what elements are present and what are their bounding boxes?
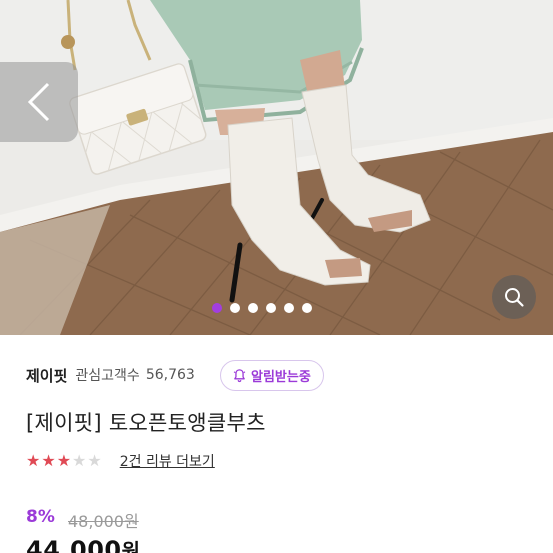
discount-rate: 8% bbox=[26, 507, 55, 527]
bell-icon bbox=[233, 369, 246, 383]
star-filled-icon: ★ bbox=[41, 451, 56, 470]
review-more-link[interactable]: 2건 리뷰 더보기 bbox=[120, 451, 215, 471]
product-photo bbox=[0, 0, 553, 335]
star-filled-icon: ★ bbox=[26, 451, 41, 470]
alarm-label: 알림받는중 bbox=[251, 370, 311, 385]
gallery-dot[interactable] bbox=[248, 303, 258, 313]
gallery-dot[interactable] bbox=[302, 303, 312, 313]
alarm-subscribe-button[interactable]: 알림받는중 bbox=[220, 360, 324, 391]
original-price: 48,000원 bbox=[68, 512, 139, 531]
gallery-pagination bbox=[212, 302, 312, 314]
followers-label: 관심고객수 bbox=[75, 368, 140, 384]
sale-price: 44,000원 bbox=[26, 535, 141, 553]
search-icon bbox=[505, 288, 524, 307]
gallery-dot[interactable] bbox=[284, 303, 294, 313]
star-rating: ★ ★ ★ ★ ★ bbox=[26, 453, 102, 469]
shop-name[interactable]: 제이핏 bbox=[26, 365, 67, 386]
zoom-button[interactable] bbox=[492, 275, 536, 319]
chevron-left-icon bbox=[27, 82, 50, 122]
product-image-gallery[interactable] bbox=[0, 0, 553, 335]
star-empty-icon: ★ bbox=[72, 451, 87, 470]
gallery-dot[interactable] bbox=[266, 303, 276, 313]
shop-info: 제이핏 관심고객수 56,763 bbox=[26, 360, 195, 390]
gallery-dot[interactable] bbox=[230, 303, 240, 313]
rating-row: ★ ★ ★ ★ ★ 2건 리뷰 더보기 bbox=[26, 449, 215, 473]
sale-price-amount: 44,000 bbox=[26, 536, 122, 553]
star-filled-icon: ★ bbox=[56, 451, 72, 470]
product-title: [제이핏] 토오픈토앵클부츠 bbox=[26, 411, 266, 435]
previous-image-button[interactable] bbox=[0, 62, 78, 142]
gallery-dot[interactable] bbox=[212, 303, 222, 313]
star-empty-icon: ★ bbox=[87, 451, 102, 470]
sale-price-unit: 원 bbox=[121, 539, 141, 553]
followers-count: 56,763 bbox=[145, 367, 195, 383]
